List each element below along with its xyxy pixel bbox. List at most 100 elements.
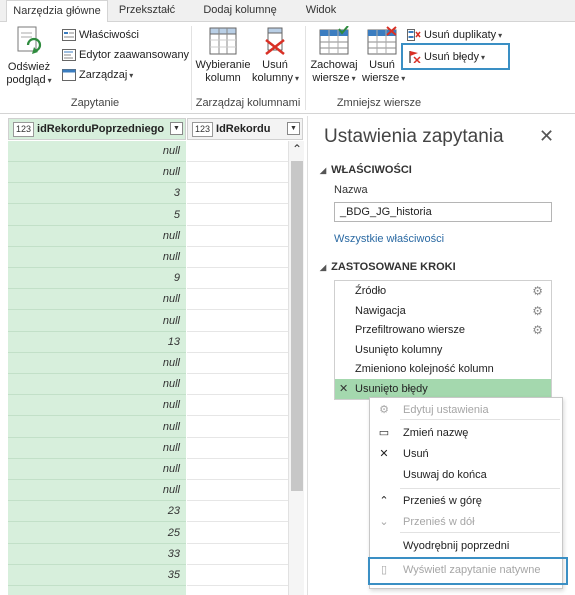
table-cell[interactable] [187, 332, 288, 353]
table-cell[interactable]: 13 [8, 332, 186, 353]
table-cell[interactable] [187, 141, 288, 162]
context-menu-item[interactable]: ⚙ Edytuj ustawienia [370, 400, 562, 420]
properties-button[interactable]: Właściwości [62, 26, 139, 44]
remove-duplicates-button[interactable]: Usuń duplikaty ▾ [407, 26, 502, 44]
applied-step-item[interactable]: Usunięto kolumny [335, 340, 551, 360]
context-menu-item[interactable]: Usuwaj do końca [370, 465, 562, 485]
table-cell[interactable] [187, 247, 288, 268]
table-cell[interactable]: null [8, 438, 186, 459]
grid-vertical-scrollbar[interactable]: ⌃ [288, 141, 304, 595]
refresh-preview-button[interactable]: Odśwież podgląd ▾ [4, 26, 54, 87]
choose-columns-button[interactable]: Wybieranie kolumn [194, 26, 252, 85]
table-cell[interactable]: 23 [8, 501, 186, 523]
applied-steps-section-heading[interactable]: ◢ ZASTOSOWANE KROKI [320, 261, 456, 273]
table-cell[interactable] [187, 205, 288, 226]
query-name-input[interactable]: _BDG_JG_historia [334, 202, 552, 222]
column-type-badge[interactable]: 123 [192, 122, 214, 137]
context-menu-item-label: Zmień nazwę [403, 427, 469, 439]
table-cell[interactable] [187, 226, 288, 247]
collapse-triangle-icon[interactable]: ◢ [320, 166, 326, 175]
gear-icon[interactable]: ⚙ [532, 320, 543, 340]
table-cell[interactable]: null [8, 311, 186, 332]
table-cell[interactable]: null [8, 395, 186, 417]
table-cell[interactable] [187, 183, 288, 205]
context-menu-item[interactable]: ✕ Usuń [370, 444, 562, 464]
table-cell[interactable] [187, 311, 288, 332]
filter-dropdown-icon[interactable]: ▼ [170, 122, 183, 135]
collapse-triangle-icon[interactable]: ◢ [320, 263, 326, 272]
menu-separator [400, 532, 560, 533]
table-cell[interactable]: null [8, 162, 186, 184]
rename-icon: ▭ [378, 427, 390, 439]
context-menu-item[interactable]: ⌄ Przenieś w dół [370, 512, 562, 532]
applied-step-item[interactable]: Przefiltrowano wiersze ⚙ [335, 320, 551, 340]
tab-home[interactable]: Narzędzia główne [6, 0, 108, 23]
table-cell[interactable] [187, 162, 288, 184]
applied-step-item[interactable]: ✕ Usunięto błędy [335, 378, 551, 399]
column-header-idrekordu[interactable]: 123 IdRekordu ▼ [187, 118, 303, 140]
table-cell[interactable]: null [8, 141, 186, 162]
scroll-up-icon[interactable]: ⌃ [291, 143, 303, 155]
applied-step-item[interactable]: Nawigacja ⚙ [335, 301, 551, 321]
context-menu-item[interactable]: ⌃ Przenieś w górę [370, 491, 562, 511]
remove-rows-label-line1: Usuń [369, 59, 395, 71]
table-cell[interactable] [187, 374, 288, 396]
filter-dropdown-icon[interactable]: ▼ [287, 122, 300, 135]
native-query-highlight [368, 557, 568, 585]
table-cell[interactable] [187, 523, 288, 544]
remove-rows-button[interactable]: Usuń wiersze ▾ [362, 26, 405, 85]
table-cell[interactable]: null [8, 480, 186, 502]
table-cell[interactable]: 3 [8, 183, 186, 205]
advanced-editor-button[interactable]: Edytor zaawansowany [62, 46, 189, 64]
all-properties-link[interactable]: Wszystkie właściwości [334, 233, 444, 245]
table-cell[interactable] [187, 268, 288, 290]
tab-transform[interactable]: Przekształć [112, 0, 182, 22]
delete-step-icon[interactable]: ✕ [339, 379, 348, 399]
table-cell[interactable]: null [8, 247, 186, 268]
table-cell[interactable]: null [8, 226, 186, 247]
keep-rows-button[interactable]: Zachowaj wiersze ▾ [309, 26, 359, 85]
applied-step-label: Przefiltrowano wiersze [355, 324, 466, 336]
table-cell[interactable]: 33 [8, 544, 186, 565]
column-type-badge[interactable]: 123 [13, 122, 35, 137]
tab-add-column[interactable]: Dodaj kolumnę [190, 0, 290, 22]
refresh-label-line1: Odśwież [7, 61, 51, 73]
ribbon: Odśwież podgląd ▾ Właściwości Edytor zaaw… [0, 22, 575, 114]
table-cell[interactable] [187, 289, 288, 311]
table-cell[interactable] [187, 480, 288, 502]
group-label-manage-columns: Zarządzaj kolumnami [195, 97, 301, 109]
table-cell[interactable] [187, 565, 288, 586]
context-menu-item-label: Edytuj ustawienia [403, 404, 489, 416]
keep-rows-label-line1: Zachowaj [310, 59, 358, 71]
applied-step-item[interactable]: Źródło ⚙ [335, 281, 551, 301]
table-cell[interactable]: 5 [8, 205, 186, 226]
table-cell[interactable]: 25 [8, 523, 186, 544]
table-cell[interactable]: null [8, 374, 186, 396]
column-header-idrekordupoprzedniego[interactable]: 123 idRekorduPoprzedniego ▼ [8, 118, 186, 140]
table-cell[interactable]: null [8, 417, 186, 438]
remove-columns-button[interactable]: Usuń kolumny ▾ [252, 26, 299, 85]
table-cell[interactable]: null [8, 459, 186, 480]
gear-icon[interactable]: ⚙ [532, 281, 543, 301]
gear-icon[interactable]: ⚙ [532, 301, 543, 321]
table-cell[interactable]: null [8, 353, 186, 374]
close-icon[interactable]: ✕ [539, 126, 554, 147]
table-cell[interactable] [187, 544, 288, 565]
context-menu-item[interactable]: Wyodrębnij poprzedni [370, 536, 562, 556]
table-cell[interactable] [187, 438, 288, 459]
table-cell[interactable] [187, 459, 288, 480]
properties-section-heading[interactable]: ◢ WŁAŚCIWOŚCI [320, 164, 412, 176]
manage-button[interactable]: Zarządzaj ▾ [62, 66, 133, 84]
scrollbar-thumb[interactable] [291, 161, 303, 491]
applied-step-item[interactable]: Zmieniono kolejność kolumn [335, 359, 551, 379]
table-cell[interactable] [187, 501, 288, 523]
table-cell[interactable] [187, 417, 288, 438]
table-cell[interactable]: 9 [8, 268, 186, 290]
tab-view[interactable]: Widok [292, 0, 350, 22]
table-cell[interactable] [187, 353, 288, 374]
context-menu-item[interactable]: ▭ Zmień nazwę [370, 423, 562, 443]
table-cell[interactable]: 35 [8, 565, 186, 586]
table-cell[interactable]: null [8, 289, 186, 311]
context-menu-item-label: Przenieś w górę [403, 495, 482, 507]
table-cell[interactable] [187, 395, 288, 417]
